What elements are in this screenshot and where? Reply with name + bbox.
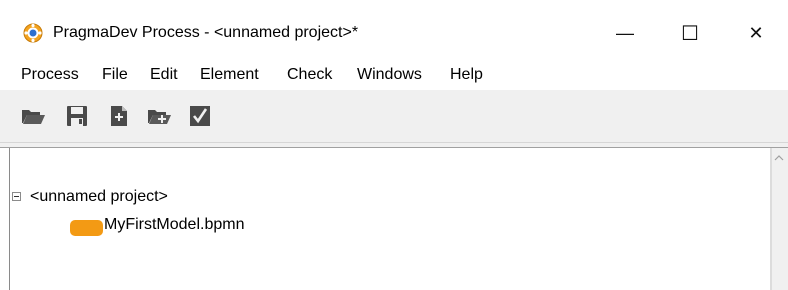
open-folder-icon xyxy=(22,110,45,124)
collapse-icon[interactable] xyxy=(12,192,21,201)
check-icon xyxy=(190,106,210,126)
menu-file[interactable]: File xyxy=(102,65,128,85)
new-document-icon xyxy=(111,106,127,126)
menu-process[interactable]: Process xyxy=(21,65,79,85)
save-icon xyxy=(67,106,87,126)
menu-help[interactable]: Help xyxy=(450,65,483,85)
open-button[interactable] xyxy=(18,100,48,132)
add-folder-icon xyxy=(148,110,171,124)
minimize-icon: — xyxy=(616,22,634,43)
check-button[interactable] xyxy=(185,100,215,132)
close-icon: ✕ xyxy=(748,22,764,43)
scroll-up-arrow-icon[interactable] xyxy=(774,154,784,162)
new-button[interactable] xyxy=(104,100,134,132)
bpmn-task-icon xyxy=(70,220,103,236)
menu-edit[interactable]: Edit xyxy=(150,65,178,85)
minimize-button[interactable]: — xyxy=(600,14,650,52)
model-file-label[interactable]: MyFirstModel.bpmn xyxy=(104,214,244,236)
maximize-icon: ☐ xyxy=(681,22,699,45)
window-title: PragmaDev Process - <unnamed project>* xyxy=(53,24,359,41)
menu-windows[interactable]: Windows xyxy=(357,65,422,85)
scrollbar-track xyxy=(770,148,772,290)
project-label[interactable]: <unnamed project> xyxy=(30,186,168,208)
project-tree: <unnamed project> MyFirstModel.bpmn xyxy=(9,148,770,290)
add-folder-button[interactable] xyxy=(145,100,175,132)
vertical-scrollbar[interactable] xyxy=(770,148,788,290)
menu-element[interactable]: Element xyxy=(200,65,259,85)
title-bar: PragmaDev Process - <unnamed project>* —… xyxy=(0,0,788,58)
close-button[interactable]: ✕ xyxy=(731,14,781,52)
toolbar xyxy=(0,90,788,142)
maximize-button[interactable]: ☐ xyxy=(665,14,715,52)
menu-check[interactable]: Check xyxy=(287,65,332,85)
pragmadev-icon xyxy=(23,23,43,43)
save-button[interactable] xyxy=(62,100,92,132)
menu-bar: Process File Edit Element Check Windows … xyxy=(0,58,788,90)
